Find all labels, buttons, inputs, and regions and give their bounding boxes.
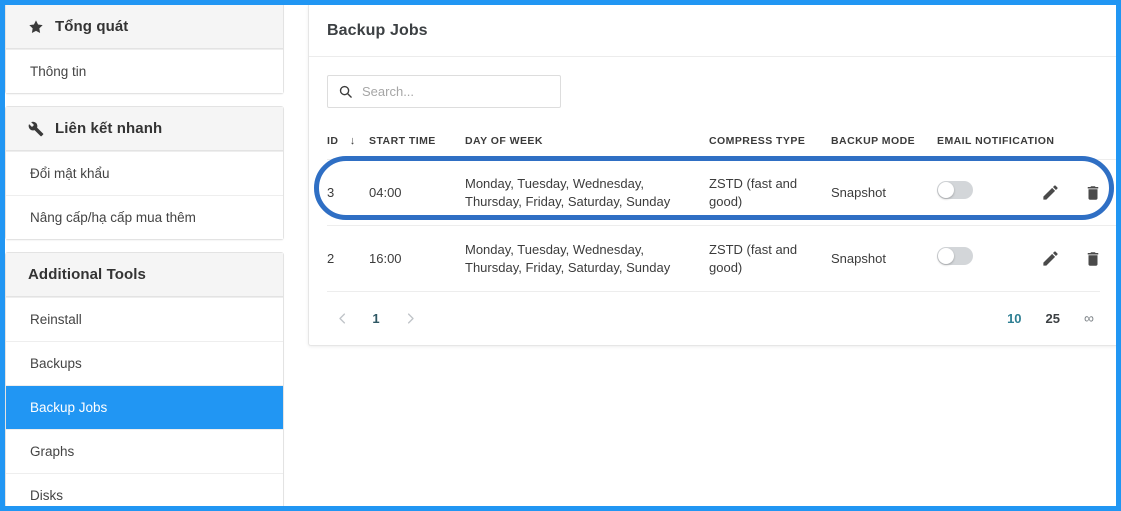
sidebar-section-additional-tools: Additional Tools Reinstall Backups Backu…	[5, 252, 284, 506]
cell-day-of-week: Monday, Tuesday, Wednesday, Thursday, Fr…	[465, 225, 709, 292]
cell-backup-mode: Snapshot	[831, 158, 937, 226]
sidebar-section-header-general: Tổng quát	[6, 5, 283, 49]
sidebar-item-nang-cap-ha-cap[interactable]: Nâng cấp/hạ cấp mua thêm	[6, 195, 283, 239]
page-number-1[interactable]: 1	[369, 311, 383, 326]
search-input[interactable]	[362, 84, 550, 99]
table-row[interactable]: 3 04:00 Monday, Tuesday, Wednesday, Thur…	[327, 158, 1116, 226]
sidebar-item-backups[interactable]: Backups	[6, 341, 283, 385]
star-icon	[28, 19, 44, 35]
sidebar-section-title-general: Tổng quát	[55, 18, 129, 35]
page-size-10[interactable]: 10	[1007, 311, 1021, 326]
cell-email-notification	[937, 225, 1041, 292]
table-header-row: ID ↓ START TIME DAY OF WEEK COMPRESS TYP…	[327, 135, 1116, 160]
sort-desc-icon: ↓	[349, 135, 356, 147]
column-header-backup-mode[interactable]: BACKUP MODE	[831, 135, 937, 160]
table-row[interactable]: 2 16:00 Monday, Tuesday, Wednesday, Thur…	[327, 225, 1116, 292]
sidebar-item-doi-mat-khau[interactable]: Đổi mật khẩu	[6, 151, 283, 195]
email-notification-toggle[interactable]	[937, 247, 973, 266]
cell-email-notification	[937, 158, 1041, 226]
column-header-day-of-week[interactable]: DAY OF WEEK	[465, 135, 709, 160]
page-title: Backup Jobs	[309, 5, 1116, 57]
search-box[interactable]	[327, 75, 561, 108]
cell-start-time: 04:00	[369, 158, 465, 226]
app-screenshot: Tổng quát Thông tin Liên kết nhanh Đổi m…	[0, 0, 1121, 511]
cell-actions	[1041, 158, 1116, 226]
wrench-icon	[28, 121, 44, 137]
toggle-knob	[938, 248, 954, 265]
cell-backup-mode: Snapshot	[831, 225, 937, 292]
sidebar-item-backup-jobs[interactable]: Backup Jobs	[6, 385, 283, 429]
toggle-knob	[938, 182, 954, 199]
sidebar-item-disks[interactable]: Disks	[6, 473, 283, 506]
cell-id: 2	[327, 225, 369, 292]
sidebar-item-reinstall[interactable]: Reinstall	[6, 297, 283, 341]
column-header-id[interactable]: ID ↓	[327, 135, 369, 160]
sidebar-section-header-additional-tools: Additional Tools	[6, 253, 283, 297]
cell-compress-type: ZSTD (fast and good)	[709, 158, 831, 226]
edit-icon[interactable]	[1041, 183, 1060, 202]
sidebar-section-general: Tổng quát Thông tin	[5, 5, 284, 94]
chevron-right-icon[interactable]	[397, 305, 423, 331]
backup-jobs-table: ID ↓ START TIME DAY OF WEEK COMPRESS TYP…	[327, 135, 1116, 292]
sidebar-item-graphs[interactable]: Graphs	[6, 429, 283, 473]
sidebar-item-thong-tin[interactable]: Thông tin	[6, 49, 283, 93]
search-icon	[338, 84, 353, 99]
delete-icon[interactable]	[1084, 250, 1102, 268]
sidebar-section-title-additional-tools: Additional Tools	[28, 266, 146, 283]
cell-id: 3	[327, 158, 369, 226]
page-size-all[interactable]: ∞	[1084, 310, 1094, 326]
edit-icon[interactable]	[1041, 249, 1060, 268]
cell-day-of-week: Monday, Tuesday, Wednesday, Thursday, Fr…	[465, 158, 709, 226]
cell-compress-type: ZSTD (fast and good)	[709, 225, 831, 292]
column-header-email-notification[interactable]: EMAIL NOTIFICATION	[937, 135, 1054, 160]
sidebar-section-quick-links: Liên kết nhanh Đổi mật khẩu Nâng cấp/hạ …	[5, 106, 284, 240]
delete-icon[interactable]	[1084, 184, 1102, 202]
page-size-25[interactable]: 25	[1046, 311, 1060, 326]
pagination: 1 10 25 ∞	[327, 291, 1100, 345]
column-header-id-label: ID	[327, 135, 339, 147]
cell-actions	[1041, 225, 1116, 292]
card-body: ID ↓ START TIME DAY OF WEEK COMPRESS TYP…	[309, 57, 1116, 345]
sidebar: Tổng quát Thông tin Liên kết nhanh Đổi m…	[5, 5, 284, 506]
sidebar-section-header-quick-links: Liên kết nhanh	[6, 107, 283, 151]
cell-start-time: 16:00	[369, 225, 465, 292]
email-notification-toggle[interactable]	[937, 181, 973, 200]
column-header-start-time[interactable]: START TIME	[369, 135, 465, 160]
chevron-left-icon[interactable]	[329, 305, 355, 331]
column-header-compress-type[interactable]: COMPRESS TYPE	[709, 135, 831, 160]
backup-jobs-card: Backup Jobs ID ↓	[308, 5, 1116, 347]
sidebar-section-title-quick-links: Liên kết nhanh	[55, 120, 163, 137]
